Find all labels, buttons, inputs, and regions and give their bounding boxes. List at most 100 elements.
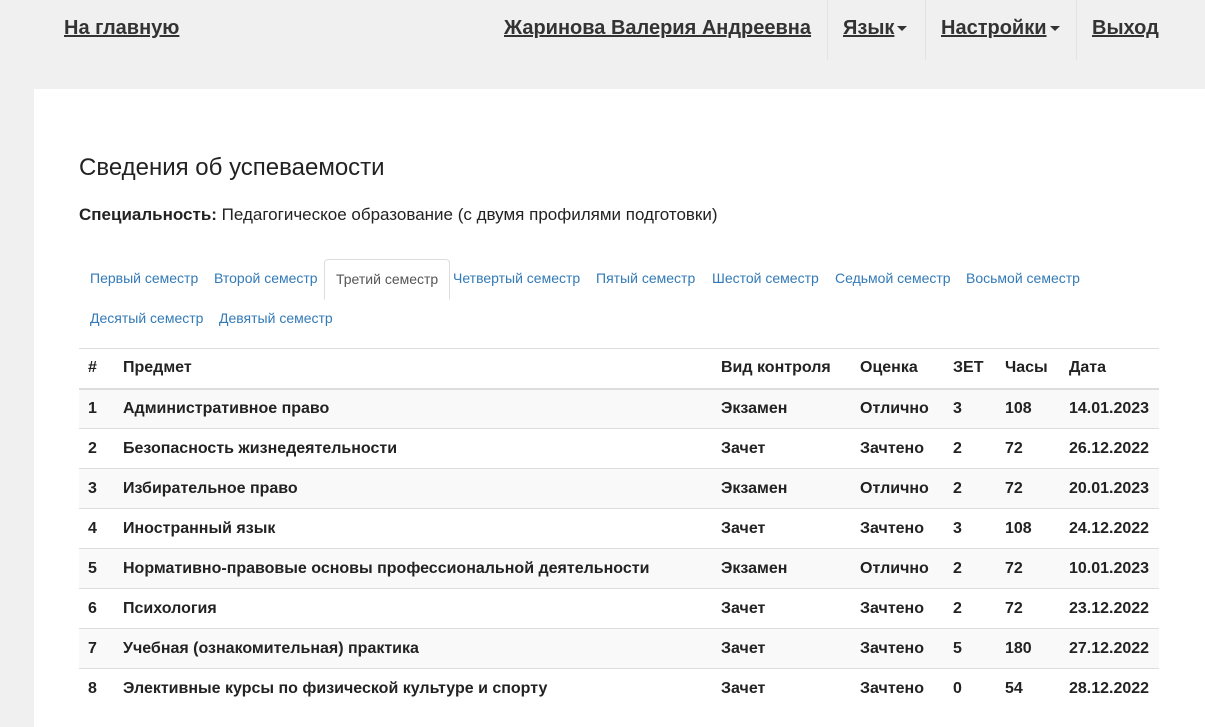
row-hours: 72 xyxy=(996,428,1060,469)
row-hours: 54 xyxy=(996,668,1060,709)
tab-semester-3[interactable]: Третий семестр xyxy=(324,259,451,300)
row-number: 3 xyxy=(79,468,114,509)
language-menu-label: Язык xyxy=(843,17,895,39)
tab-semester-10[interactable]: Десятый семестр xyxy=(79,299,214,338)
tab-semester-9[interactable]: Девятый семестр xyxy=(208,299,344,338)
row-credits: 3 xyxy=(944,388,996,429)
row-number: 6 xyxy=(79,588,114,629)
row-control-type: Зачет xyxy=(712,628,851,669)
row-hours: 72 xyxy=(996,588,1060,629)
row-grade: Отлично xyxy=(851,468,944,509)
header-date: Дата xyxy=(1060,348,1159,390)
main-panel: Сведения об успеваемости Специальность: … xyxy=(34,89,1205,727)
row-credits: 2 xyxy=(944,588,996,629)
top-navbar: На главную Жаринова Валерия Андреевна Яз… xyxy=(0,0,1205,60)
row-control-type: Экзамен xyxy=(712,548,851,589)
row-subject: Избирательное право xyxy=(114,468,712,509)
tab-semester-2[interactable]: Второй семестр xyxy=(203,259,329,298)
tab-semester-8[interactable]: Восьмой семестр xyxy=(955,259,1091,298)
home-link[interactable]: На главную xyxy=(64,17,179,40)
row-hours: 72 xyxy=(996,548,1060,589)
row-grade: Зачтено xyxy=(851,508,944,549)
table-row: 5 Нормативно-правовые основы профессиона… xyxy=(79,548,1159,589)
page-title: Сведения об успеваемости xyxy=(79,154,385,181)
row-date: 20.01.2023 xyxy=(1060,468,1159,509)
row-credits: 2 xyxy=(944,428,996,469)
grades-table: # Предмет Вид контроля Оценка ЗЕТ Часы Д… xyxy=(79,348,1159,709)
row-date: 27.12.2022 xyxy=(1060,628,1159,669)
header-control-type: Вид контроля xyxy=(712,348,851,390)
table-row: 8 Элективные курсы по физической культур… xyxy=(79,668,1159,709)
table-row: 3 Избирательное право Экзамен Отлично 2 … xyxy=(79,468,1159,509)
nav-divider xyxy=(925,0,926,60)
row-grade: Зачтено xyxy=(851,668,944,709)
header-credits: ЗЕТ xyxy=(944,348,996,390)
header-number: # xyxy=(79,348,114,390)
row-control-type: Экзамен xyxy=(712,468,851,509)
header-hours: Часы xyxy=(996,348,1060,390)
row-subject: Учебная (ознакомительная) практика xyxy=(114,628,712,669)
row-subject: Административное право xyxy=(114,388,712,429)
row-subject: Психология xyxy=(114,588,712,629)
nav-divider xyxy=(1076,0,1077,60)
tab-semester-4[interactable]: Четвертый семестр xyxy=(442,259,591,298)
row-hours: 108 xyxy=(996,388,1060,429)
row-credits: 2 xyxy=(944,548,996,589)
row-control-type: Зачет xyxy=(712,668,851,709)
row-number: 8 xyxy=(79,668,114,709)
table-row: 4 Иностранный язык Зачет Зачтено 3 108 2… xyxy=(79,508,1159,549)
row-date: 14.01.2023 xyxy=(1060,388,1159,429)
row-date: 10.01.2023 xyxy=(1060,548,1159,589)
row-grade: Зачтено xyxy=(851,628,944,669)
table-row: 6 Психология Зачет Зачтено 2 72 23.12.20… xyxy=(79,588,1159,629)
row-control-type: Экзамен xyxy=(712,388,851,429)
row-grade: Отлично xyxy=(851,388,944,429)
table-row: 7 Учебная (ознакомительная) практика Зач… xyxy=(79,628,1159,669)
table-row: 2 Безопасность жизнедеятельности Зачет З… xyxy=(79,428,1159,469)
row-number: 4 xyxy=(79,508,114,549)
row-credits: 5 xyxy=(944,628,996,669)
tab-semester-6[interactable]: Шестой семестр xyxy=(701,259,830,298)
row-grade: Отлично xyxy=(851,548,944,589)
row-date: 28.12.2022 xyxy=(1060,668,1159,709)
user-name-link[interactable]: Жаринова Валерия Андреевна xyxy=(504,17,811,40)
row-control-type: Зачет xyxy=(712,428,851,469)
row-credits: 3 xyxy=(944,508,996,549)
row-hours: 180 xyxy=(996,628,1060,669)
caret-down-icon xyxy=(1049,26,1060,32)
tab-semester-1[interactable]: Первый семестр xyxy=(79,259,209,298)
row-date: 24.12.2022 xyxy=(1060,508,1159,549)
row-number: 1 xyxy=(79,388,114,429)
language-menu[interactable]: Язык xyxy=(843,17,908,40)
table-row: 1 Административное право Экзамен Отлично… xyxy=(79,388,1159,429)
tab-semester-5[interactable]: Пятый семестр xyxy=(585,259,706,298)
header-grade: Оценка xyxy=(851,348,944,390)
table-header-row: # Предмет Вид контроля Оценка ЗЕТ Часы Д… xyxy=(79,348,1159,390)
header-subject: Предмет xyxy=(114,348,712,390)
row-credits: 0 xyxy=(944,668,996,709)
logout-link[interactable]: Выход xyxy=(1092,17,1159,40)
row-number: 2 xyxy=(79,428,114,469)
row-number: 5 xyxy=(79,548,114,589)
specialty-value: Педагогическое образование (с двумя проф… xyxy=(221,205,718,224)
row-date: 26.12.2022 xyxy=(1060,428,1159,469)
specialty-label: Специальность: xyxy=(79,205,217,224)
settings-menu[interactable]: Настройки xyxy=(941,17,1060,40)
row-subject: Иностранный язык xyxy=(114,508,712,549)
row-hours: 72 xyxy=(996,468,1060,509)
row-grade: Зачтено xyxy=(851,588,944,629)
row-number: 7 xyxy=(79,628,114,669)
row-hours: 108 xyxy=(996,508,1060,549)
nav-divider xyxy=(827,0,828,60)
row-control-type: Зачет xyxy=(712,508,851,549)
specialty-info: Специальность: Педагогическое образовани… xyxy=(79,205,718,225)
row-control-type: Зачет xyxy=(712,588,851,629)
row-subject: Элективные курсы по физической культуре … xyxy=(114,668,712,709)
caret-down-icon xyxy=(897,26,908,32)
row-credits: 2 xyxy=(944,468,996,509)
tab-semester-7[interactable]: Седьмой семестр xyxy=(824,259,962,298)
row-date: 23.12.2022 xyxy=(1060,588,1159,629)
row-grade: Зачтено xyxy=(851,428,944,469)
row-subject: Нормативно-правовые основы профессиональ… xyxy=(114,548,712,589)
row-subject: Безопасность жизнедеятельности xyxy=(114,428,712,469)
